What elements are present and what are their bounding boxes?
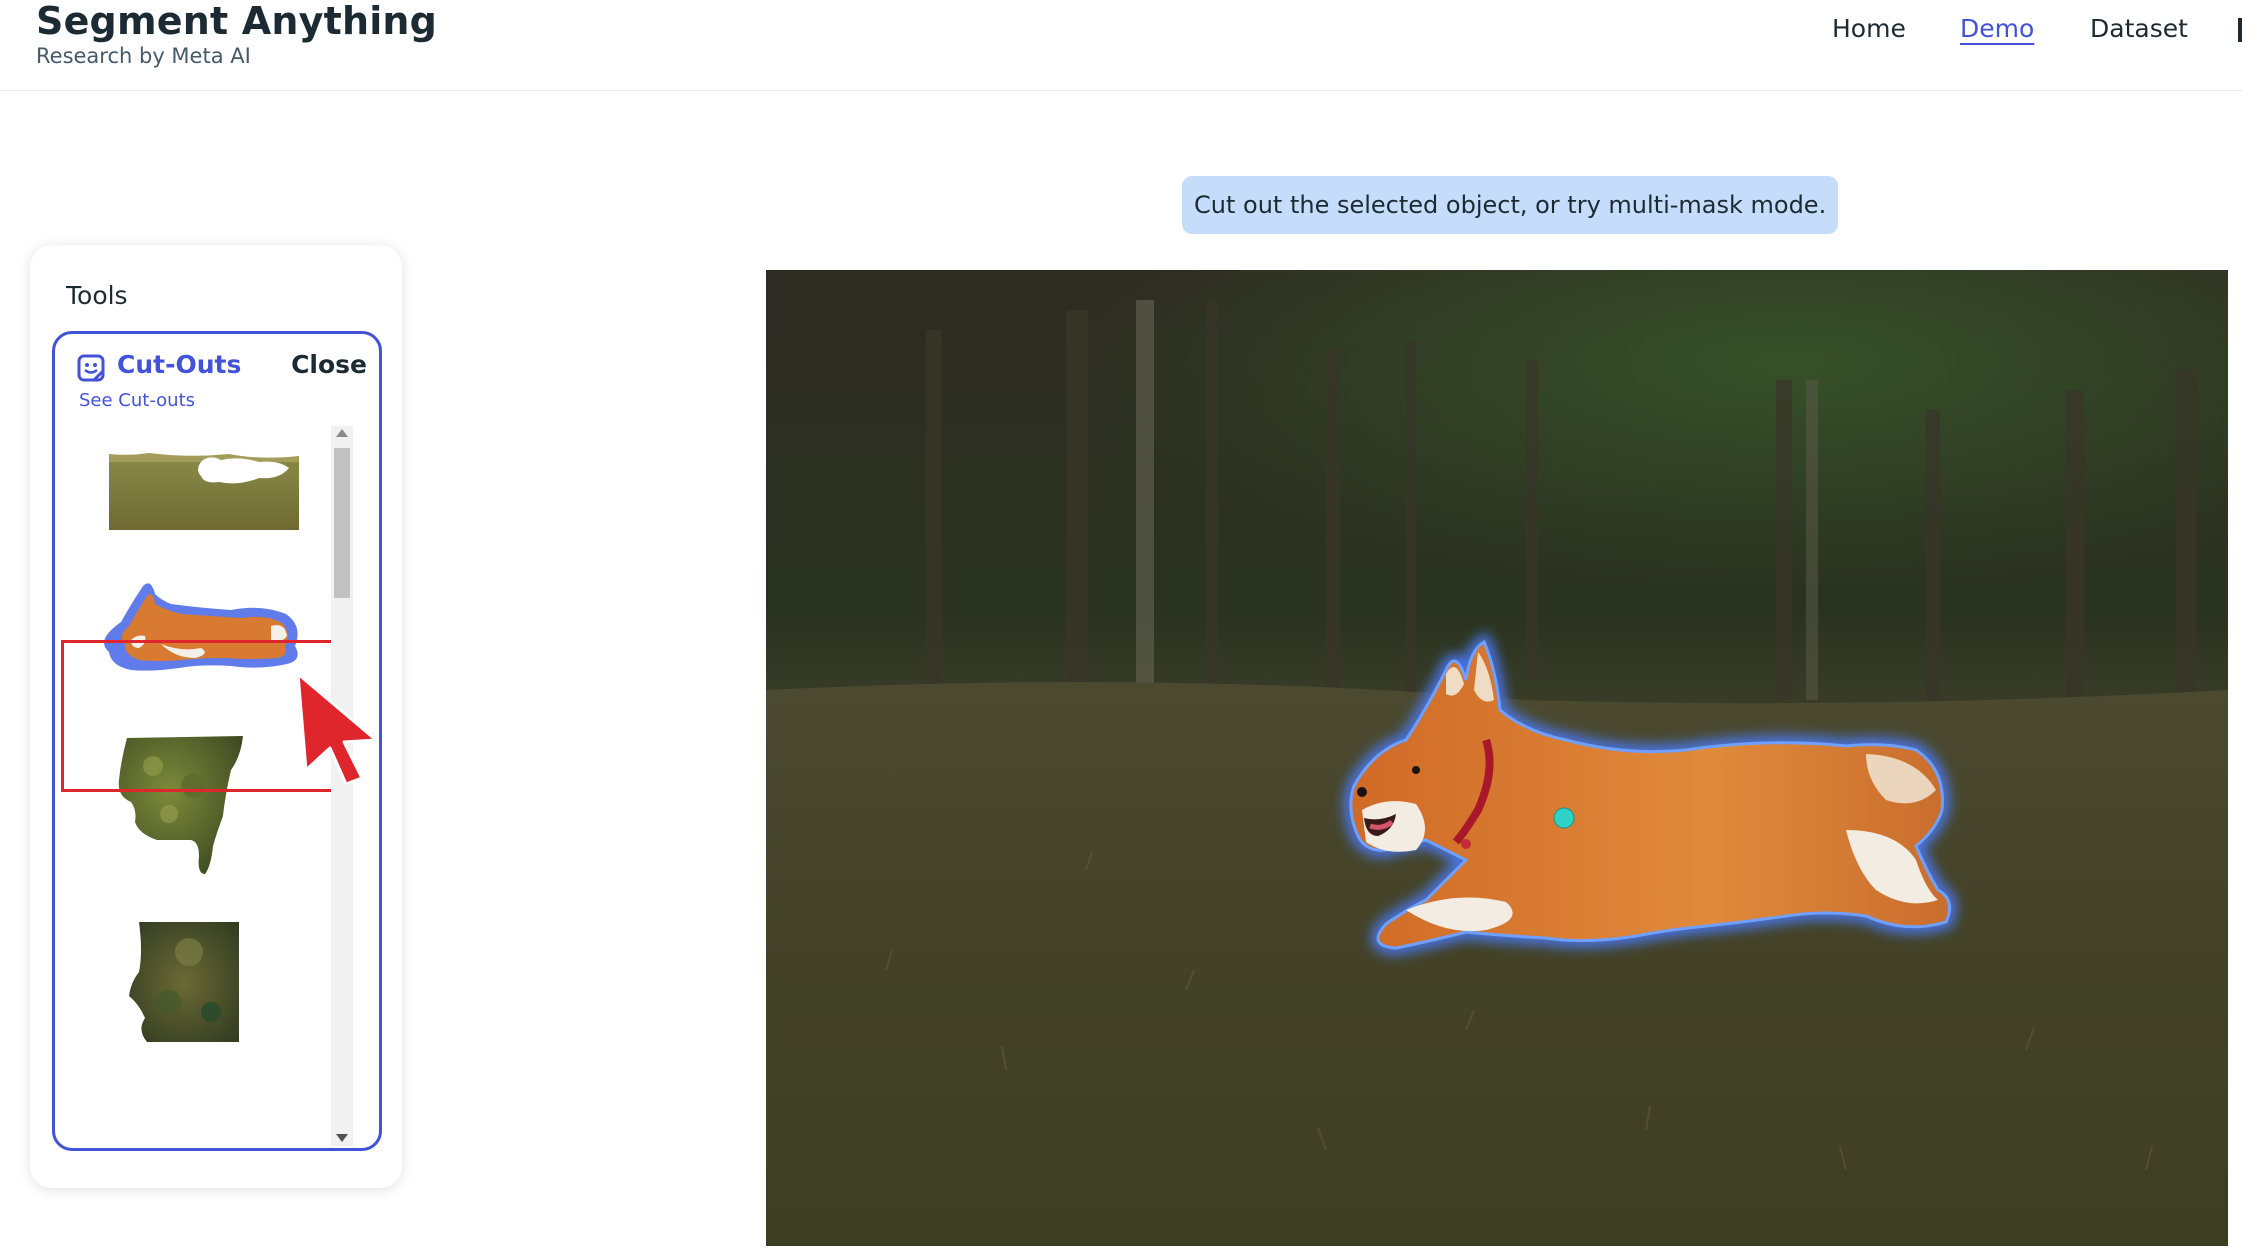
brand-subtitle: Research by Meta AI [36,44,251,68]
thumbnail-scrollbar[interactable] [331,426,353,1146]
sticker-icon [77,354,105,382]
scroll-down-arrow-icon[interactable] [336,1134,348,1142]
close-button[interactable]: Close [291,350,367,379]
pointer-cursor-icon [296,672,378,784]
tools-title: Tools [66,281,128,310]
nav-dataset[interactable]: Dataset [2090,14,2188,43]
selected-thumbnail-outline [61,640,335,792]
positive-click-point-icon[interactable] [1554,808,1574,828]
nav-home[interactable]: Home [1832,14,1906,43]
scroll-up-arrow-icon[interactable] [336,429,348,437]
nav-demo[interactable]: Demo [1960,14,2034,43]
cutout-thumbnail-background[interactable] [109,450,299,530]
cutout-thumbnail-bush[interactable] [129,922,239,1042]
see-cutouts-link[interactable]: See Cut-outs [79,390,195,411]
image-canvas[interactable] [766,270,2228,1246]
cutouts-label[interactable]: Cut-Outs [117,350,241,379]
scrollbar-thumb[interactable] [334,448,350,598]
cutouts-header: Cut-Outs Close [77,348,367,388]
nav-overflow-item[interactable] [2238,18,2242,42]
cutout-thumbnail-list [55,424,345,1144]
top-header: Segment Anything Research by Meta AI Hom… [0,0,2242,91]
brand[interactable]: Segment Anything Research by Meta AI [36,0,437,68]
instruction-banner: Cut out the selected object, or try mult… [1182,176,1839,234]
brand-title[interactable]: Segment Anything [36,0,437,42]
